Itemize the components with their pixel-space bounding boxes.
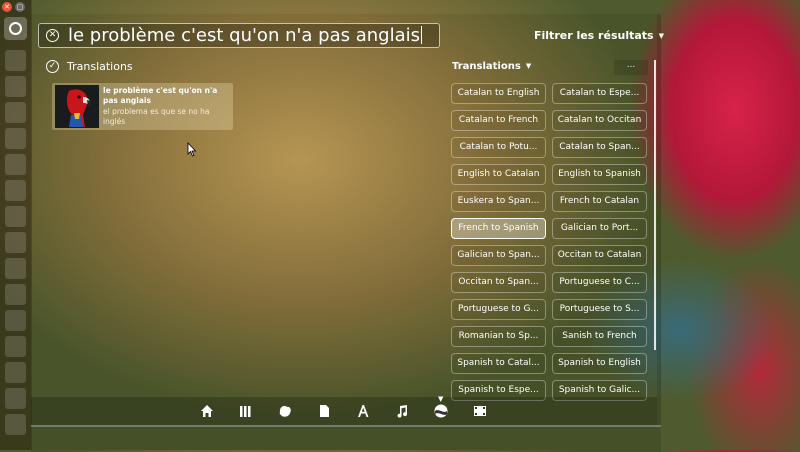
dash-bottom-edge [31,425,661,452]
check-circle-icon: ✓ [46,60,59,73]
filter-option-button[interactable]: Portuguese to C... [552,272,647,293]
filter-option-button[interactable]: Euskera to Span... [451,191,546,212]
app-item[interactable] [5,180,26,201]
filter-option-button[interactable]: English to Catalan [451,164,546,185]
filter-options-grid: Catalan to English Catalan to Espe... Cata… [451,83,647,401]
active-lens-indicator-icon: ▼ [438,395,444,403]
ubuntu-logo-icon[interactable] [4,17,27,40]
filter-option-button[interactable]: Catalan to Espe... [552,83,647,104]
filter-more-button[interactable]: ... [614,60,648,75]
filter-option-button[interactable]: Portuguese to S... [552,299,647,320]
app-item[interactable] [5,258,26,279]
filter-results-toggle[interactable]: Filtrer les résultats ▼ [534,29,664,42]
app-item[interactable] [5,206,26,227]
close-icon[interactable]: ✕ [2,2,12,12]
filter-option-button[interactable]: Catalan to Span... [552,137,647,158]
app-item[interactable] [5,76,26,97]
filter-option-button[interactable]: Occitan to Catalan [552,245,647,266]
app-item[interactable] [5,154,26,175]
filter-category-label: Translations [452,61,521,72]
translation-lens-icon[interactable] [433,403,449,419]
app-item[interactable] [5,362,26,383]
filter-option-button[interactable]: Catalan to English [451,83,546,104]
result-item[interactable]: le problème c'est qu'on n'a pas anglais … [52,83,233,130]
triangle-down-icon: ▼ [658,32,664,40]
window-controls: ✕ ▢ [2,2,25,12]
lens-bar [31,397,657,425]
filter-option-button[interactable]: Romanian to Sp... [451,326,546,347]
filter-option-button[interactable]: Spanish to English [552,353,647,374]
maximize-icon[interactable]: ▢ [15,2,25,12]
app-item[interactable] [5,388,26,409]
filter-option-button[interactable]: French to Spanish [451,218,546,239]
result-title: le problème c'est qu'on n'a pas anglais [103,86,218,105]
search-query-text: le problème c'est qu'on n'a pas anglais [68,25,421,46]
app-item[interactable] [5,50,26,71]
filter-option-button[interactable]: French to Catalan [552,191,647,212]
app-item[interactable] [5,232,26,253]
launcher: ✕ ▢ [0,0,32,450]
video-lens-icon[interactable] [472,403,488,419]
dash-edge [657,14,661,425]
filter-option-button[interactable]: English to Spanish [552,164,647,185]
text-caret [421,26,423,44]
filter-option-button[interactable]: Spanish to Catal... [451,353,546,374]
app-item[interactable] [5,414,26,435]
search-input[interactable]: ✕ le problème c'est qu'on n'a pas anglai… [38,23,440,48]
app-item[interactable] [5,310,26,331]
app-item[interactable] [5,102,26,123]
filter-option-button[interactable]: Catalan to Potu... [451,137,546,158]
filter-option-button[interactable]: Catalan to Occitan [552,110,647,131]
app-item[interactable] [5,128,26,149]
filter-option-button[interactable]: Portuguese to G... [451,299,546,320]
filter-scrollbar[interactable] [654,60,656,350]
clear-icon[interactable]: ✕ [46,29,59,42]
app-item[interactable] [5,336,26,357]
parrot-icon [55,85,99,128]
category-label: Translations [67,60,133,73]
filter-category-header[interactable]: Translations ▼ [452,61,531,72]
filter-option-button[interactable]: Sanish to French [552,326,647,347]
home-lens-icon[interactable] [199,403,215,419]
filter-option-button[interactable]: Catalan to French [451,110,546,131]
applications-lens-icon[interactable] [238,403,254,419]
filter-option-button[interactable]: Galician to Port... [552,218,647,239]
mouse-pointer-icon [187,142,197,157]
ubuntu-one-lens-icon[interactable] [277,403,293,419]
filter-option-button[interactable]: Occitan to Span... [451,272,546,293]
filter-results-label: Filtrer les résultats [534,29,654,42]
result-subtitle: el problema es que se no ha inglés [103,107,210,126]
filter-option-button[interactable]: Galician to Span... [451,245,546,266]
triangle-down-icon: ▼ [525,62,532,70]
fonts-lens-icon[interactable] [355,403,371,419]
music-lens-icon[interactable] [394,403,410,419]
files-lens-icon[interactable] [316,403,332,419]
app-item[interactable] [5,284,26,305]
